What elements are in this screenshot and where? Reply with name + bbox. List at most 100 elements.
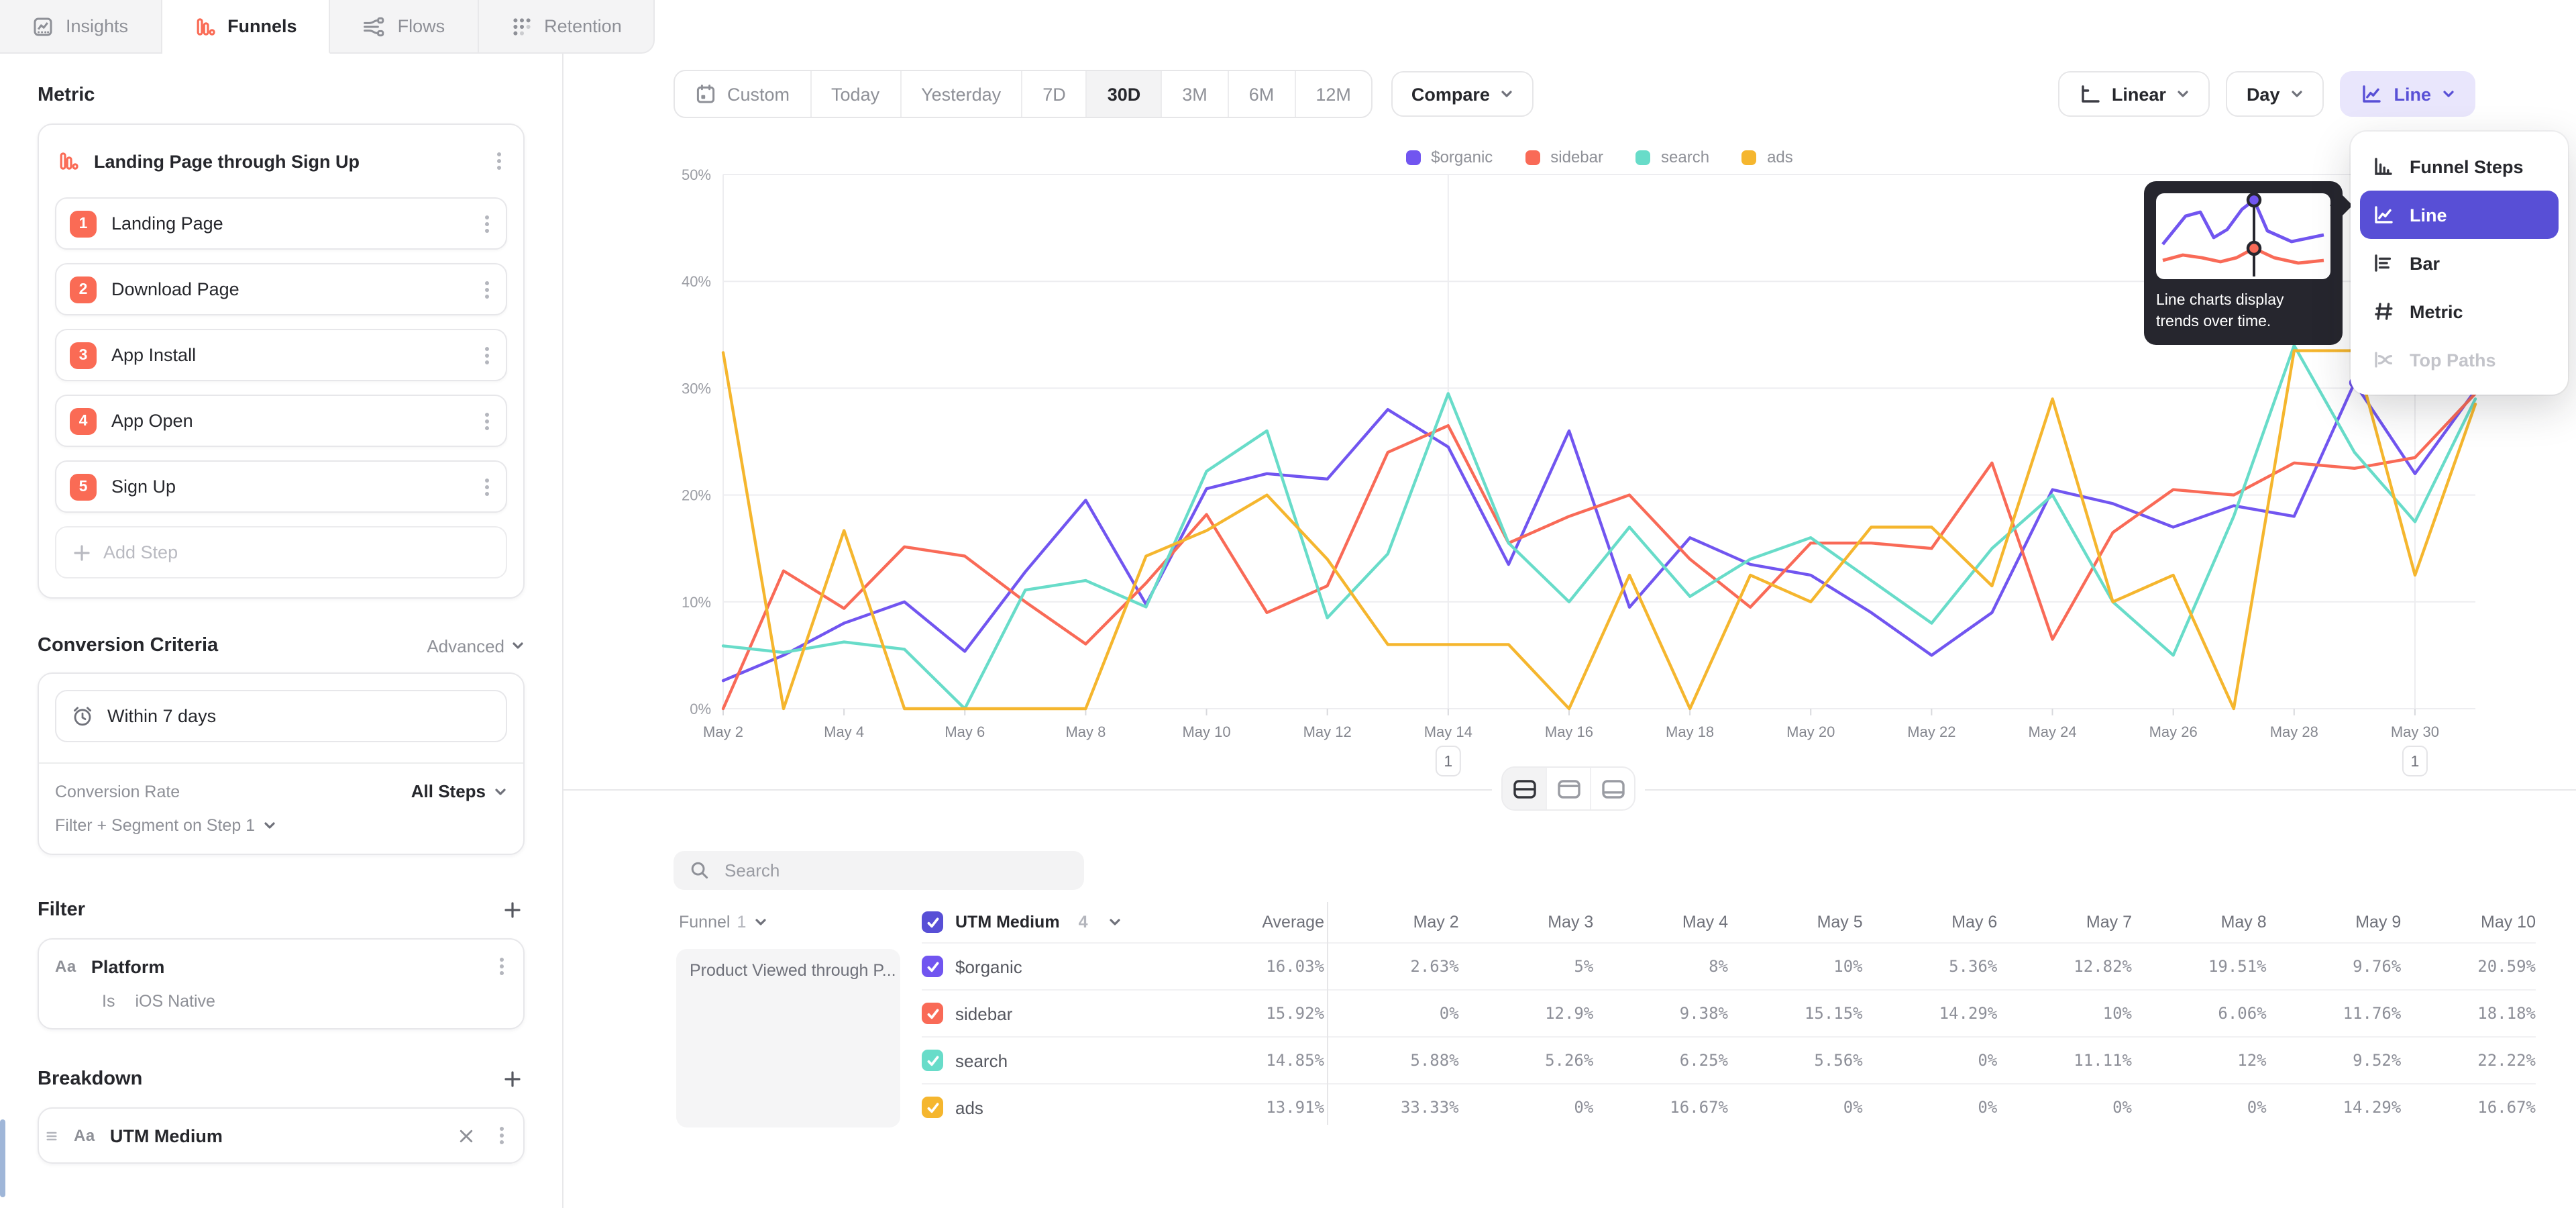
table-header-date[interactable]: May 3: [1459, 902, 1594, 942]
range-yesterday[interactable]: Yesterday: [901, 71, 1022, 117]
menu-item-line[interactable]: Line: [2360, 191, 2559, 239]
range-3m[interactable]: 3M: [1162, 71, 1229, 117]
cell-value: 12.9%: [1459, 989, 1594, 1036]
kebab-menu-icon[interactable]: [496, 953, 507, 980]
compare-button[interactable]: Compare: [1391, 71, 1534, 117]
kebab-menu-icon[interactable]: [482, 342, 492, 368]
chevron-down-icon: [754, 915, 767, 929]
table-header-date[interactable]: May 8: [2132, 902, 2267, 942]
step-number-badge: 1: [70, 210, 97, 237]
search-input[interactable]: [722, 859, 1068, 882]
series-search[interactable]: [723, 346, 2475, 709]
conversion-window-button[interactable]: Within 7 days: [55, 690, 507, 742]
tab-funnels[interactable]: Funnels: [162, 0, 331, 54]
table-header-breakdown[interactable]: UTM Medium 4: [922, 902, 1143, 942]
table-header-date[interactable]: May 5: [1728, 902, 1863, 942]
table-header-funnel[interactable]: Funnel 1: [674, 902, 922, 942]
menu-item-funnel-steps[interactable]: Funnel Steps: [2360, 142, 2559, 191]
funnel-step-row[interactable]: 5 Sign Up: [55, 460, 507, 513]
scrollbar-thumb[interactable]: [0, 1119, 5, 1197]
funnel-steps-icon: [2372, 156, 2395, 177]
cell-value: 11.76%: [2267, 989, 2402, 1036]
funnel-step-row[interactable]: 3 App Install: [55, 329, 507, 381]
conversion-rate-dropdown[interactable]: All Steps: [411, 781, 507, 801]
series-organic[interactable]: [723, 383, 2475, 681]
search-icon: [690, 860, 710, 880]
calendar-icon: [695, 83, 716, 105]
annotation-chip[interactable]: 1: [1436, 746, 1460, 776]
tab-insights[interactable]: Insights: [0, 0, 162, 54]
filter-segment-dropdown[interactable]: Filter + Segment on Step 1: [55, 816, 507, 835]
table-row-name[interactable]: search: [922, 1036, 1143, 1083]
table-row-name[interactable]: sidebar: [922, 989, 1143, 1036]
row-checkbox[interactable]: [922, 956, 943, 977]
add-filter-button[interactable]: [500, 898, 525, 922]
chart-type-dropdown[interactable]: Line: [2340, 71, 2475, 117]
range-6m[interactable]: 6M: [1229, 71, 1296, 117]
table-header-date[interactable]: May 6: [1863, 902, 1998, 942]
kebab-menu-icon[interactable]: [496, 1122, 507, 1149]
menu-item-metric[interactable]: Metric: [2360, 287, 2559, 336]
range-today[interactable]: Today: [811, 71, 901, 117]
table-header-date[interactable]: May 7: [1997, 902, 2132, 942]
funnel-cell[interactable]: Product Viewed through P...: [676, 949, 900, 1127]
filter-operator[interactable]: Is: [102, 992, 115, 1011]
row-checkbox[interactable]: [922, 1003, 943, 1024]
view-top-button[interactable]: [1547, 768, 1591, 809]
table-header-average[interactable]: Average: [1143, 902, 1324, 942]
row-checkbox[interactable]: [922, 1097, 943, 1118]
scale-dropdown[interactable]: Linear: [2058, 71, 2210, 117]
interval-dropdown[interactable]: Day: [2226, 71, 2324, 117]
breakdown-property[interactable]: UTM Medium: [110, 1125, 444, 1146]
advanced-dropdown[interactable]: Advanced: [427, 636, 525, 656]
cell-value: 6.06%: [2132, 989, 2267, 1036]
breakdown-table: Funnel 1 UTM Medium 4 AverageMay 2May 3M…: [674, 902, 2536, 1130]
table-header-date[interactable]: May 9: [2267, 902, 2402, 942]
filter-value[interactable]: iOS Native: [135, 992, 215, 1011]
series-name: $organic: [955, 956, 1022, 976]
filter-property[interactable]: Platform: [91, 956, 482, 976]
table-search[interactable]: [674, 851, 1084, 890]
range-custom[interactable]: Custom: [675, 71, 811, 117]
funnel-metric-card: Landing Page through Sign Up 1 Landing P…: [38, 123, 525, 599]
add-step-button[interactable]: Add Step: [55, 526, 507, 578]
table-header-date[interactable]: May 4: [1593, 902, 1728, 942]
kebab-menu-icon[interactable]: [482, 276, 492, 303]
table-header-date[interactable]: May 10: [2401, 902, 2536, 942]
funnel-step-row[interactable]: 4 App Open: [55, 395, 507, 447]
series-ads[interactable]: [723, 351, 2475, 709]
cell-value: 5.56%: [1728, 1036, 1863, 1083]
funnel-step-row[interactable]: 2 Download Page: [55, 263, 507, 315]
view-split-button[interactable]: [1503, 768, 1547, 809]
range-12m[interactable]: 12M: [1295, 71, 1371, 117]
cell-value: 0%: [1863, 1036, 1998, 1083]
kebab-menu-icon[interactable]: [494, 148, 504, 174]
close-icon[interactable]: [459, 1128, 474, 1143]
table-header-date[interactable]: May 2: [1324, 902, 1459, 942]
tab-flows[interactable]: Flows: [331, 0, 479, 54]
kebab-menu-icon[interactable]: [482, 473, 492, 500]
kebab-menu-icon[interactable]: [482, 210, 492, 237]
row-checkbox[interactable]: [922, 1050, 943, 1071]
annotation-chip[interactable]: 1: [2403, 746, 2427, 776]
cell-value: 33.33%: [1324, 1083, 1459, 1130]
menu-item-bar[interactable]: Bar: [2360, 239, 2559, 287]
kebab-menu-icon[interactable]: [482, 407, 492, 434]
tab-retention[interactable]: Retention: [478, 0, 655, 54]
range-30d[interactable]: 30D: [1087, 71, 1163, 117]
x-tick-label: May 12: [1303, 723, 1352, 740]
funnel-step-row[interactable]: 1 Landing Page: [55, 197, 507, 250]
menu-item-top-paths[interactable]: Top Paths: [2360, 336, 2559, 384]
select-all-checkbox[interactable]: [922, 911, 943, 933]
insights-icon: [32, 15, 54, 37]
range-7d[interactable]: 7D: [1022, 71, 1087, 117]
view-top-icon: [1556, 778, 1581, 799]
menu-item-label: Funnel Steps: [2410, 156, 2524, 177]
table-row-name[interactable]: $organic: [922, 942, 1143, 989]
filter-section-title: Filter: [38, 899, 85, 921]
drag-handle-icon[interactable]: [44, 1128, 59, 1143]
funnel-metric-header[interactable]: Landing Page through Sign Up: [55, 141, 507, 184]
view-bottom-button[interactable]: [1591, 768, 1634, 809]
add-breakdown-button[interactable]: [500, 1067, 525, 1091]
table-row-name[interactable]: ads: [922, 1083, 1143, 1130]
